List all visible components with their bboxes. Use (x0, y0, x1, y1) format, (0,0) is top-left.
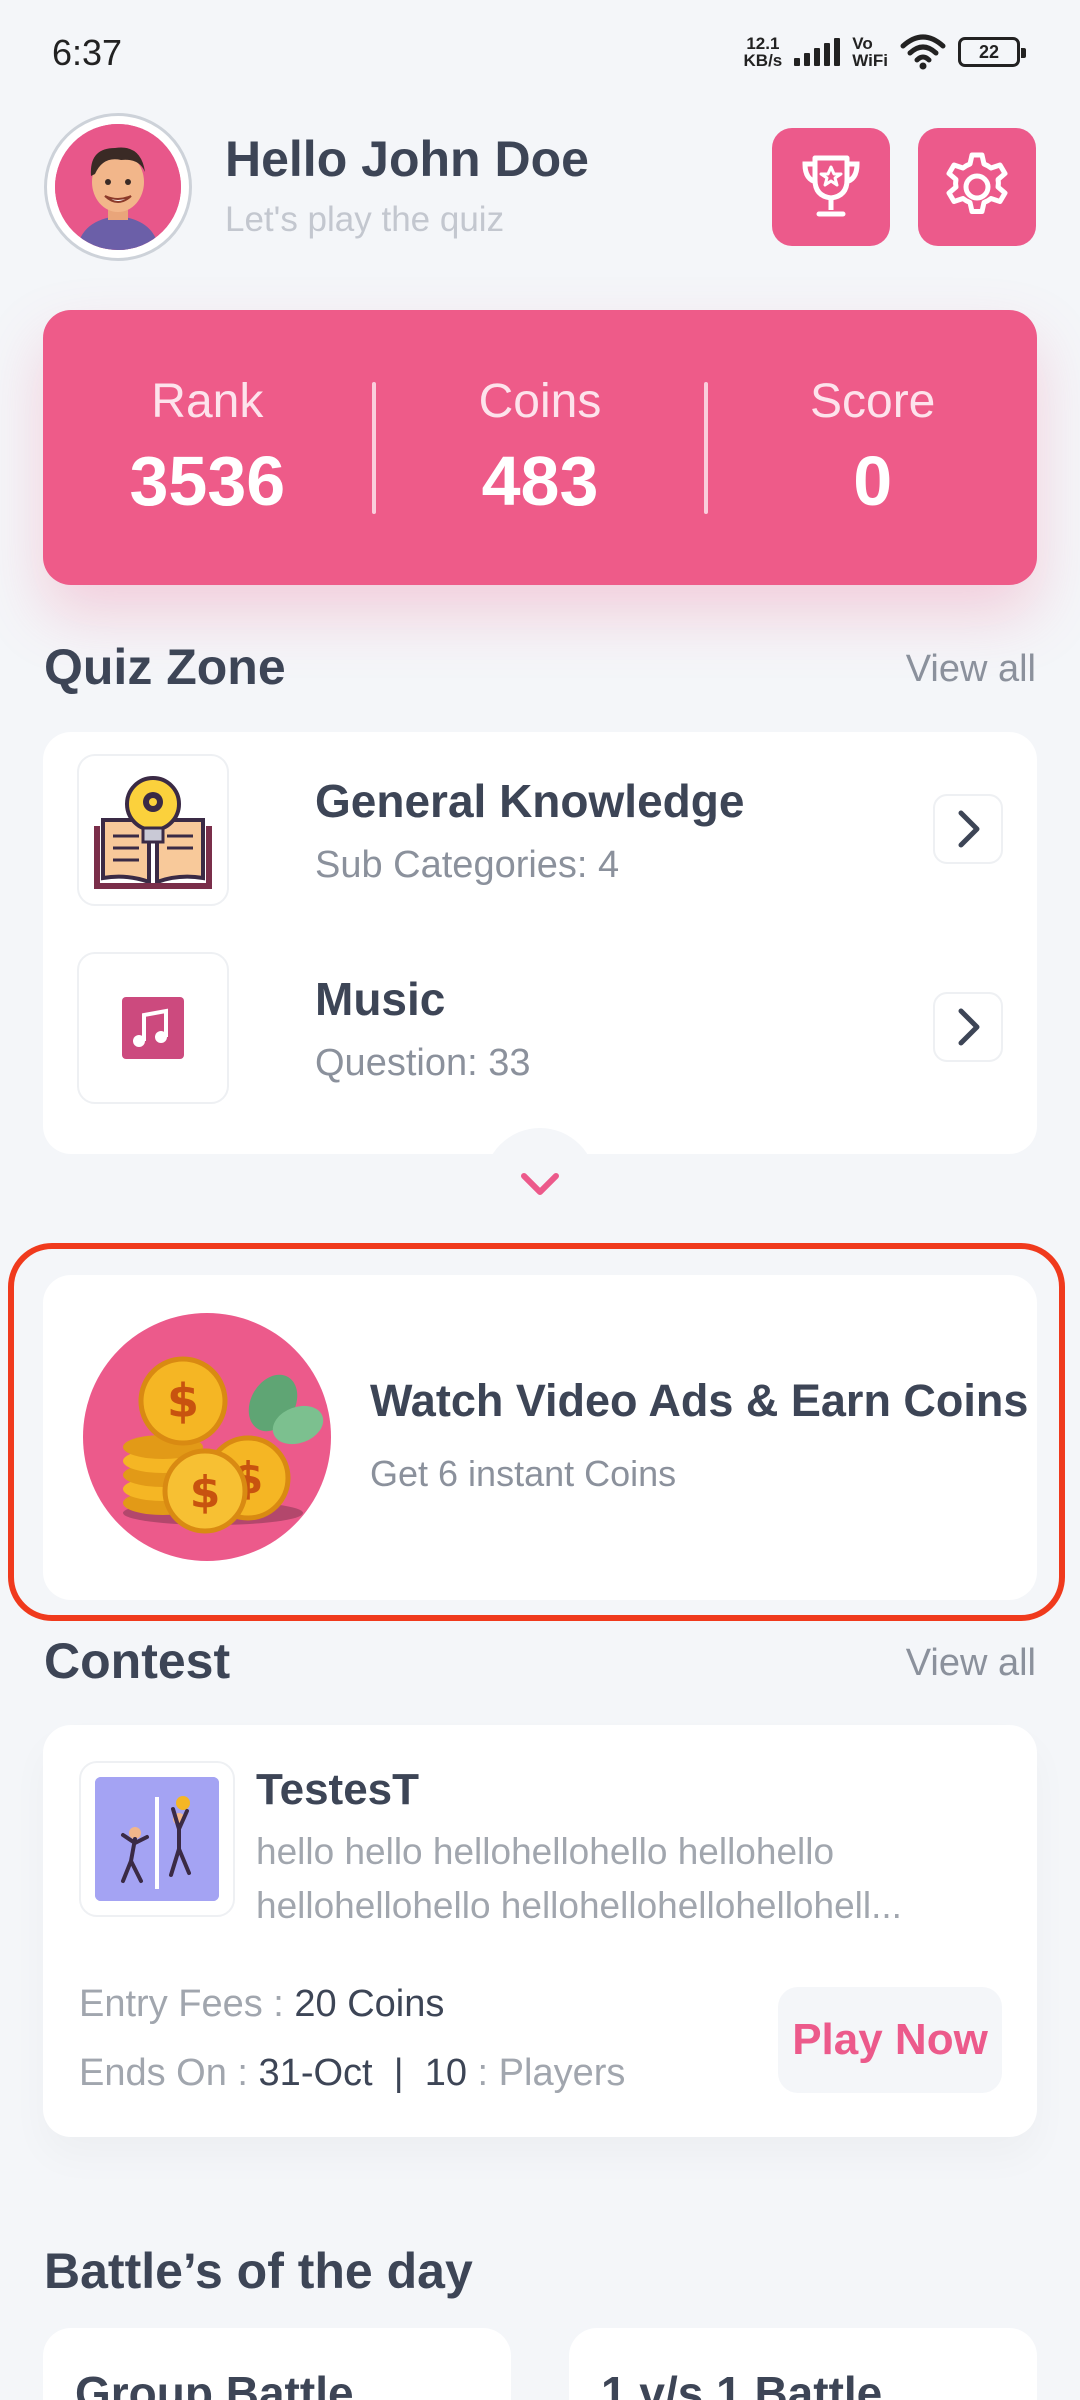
contest-card[interactable]: TestesT hello hello hellohellohello hell… (43, 1725, 1037, 2137)
greeting-subtitle: Let's play the quiz (225, 200, 505, 239)
quiz-category-sub: Question: 33 (315, 1042, 531, 1084)
contest-description: hello hello hellohellohello hellohello (256, 1831, 835, 1872)
leaderboard-button[interactable] (772, 128, 890, 246)
players-value: 10 (424, 2052, 467, 2094)
wifi-icon (900, 34, 946, 70)
trophy-icon (802, 155, 860, 217)
battle-name: 1 v/s 1 Battle (601, 2367, 883, 2400)
quiz-category-sub: Sub Categories: 4 (315, 844, 620, 886)
signal-icon (794, 38, 841, 66)
contest-name: TestesT (256, 1765, 420, 1814)
battery-icon: 22 (958, 37, 1026, 67)
net-speed: 12.1 KB/s (744, 35, 783, 69)
avatar-image (55, 124, 181, 250)
quiz-category-name: Music (315, 973, 446, 1025)
book-lightbulb-icon (77, 754, 229, 906)
stat-label: Coins (478, 375, 602, 428)
stat-rank: Rank 3536 (43, 374, 372, 521)
contest-description: hellohellohello hellohellohellohellohell… (256, 1885, 902, 1926)
net-speed-unit: KB/s (743, 51, 783, 70)
settings-button[interactable] (918, 128, 1036, 246)
stat-score: Score 0 (708, 374, 1037, 521)
contest-ends-on: Ends On : 31-Oct | 10 : Players (79, 2052, 625, 2095)
stat-value: 0 (853, 442, 893, 520)
vowifi-label: Vo WiFi (852, 35, 888, 69)
ends-on-value: 31-Oct (258, 2052, 373, 2094)
entry-fees-label: Entry Fees : (79, 1983, 295, 2025)
contest-view-all[interactable]: View all (906, 1642, 1036, 1685)
quiz-zone-title: Quiz Zone (44, 639, 286, 695)
play-now-button[interactable]: Play Now (778, 1987, 1002, 2093)
stat-label: Score (809, 375, 936, 428)
status-icons: 12.1 KB/s Vo WiFi 22 (744, 34, 1026, 70)
greeting-title: Hello John Doe (225, 131, 589, 187)
vo-label: Vo (852, 34, 873, 53)
battery-level: 22 (978, 41, 1000, 62)
stat-value: 3536 (129, 442, 286, 520)
chevron-right-icon[interactable] (933, 794, 1003, 864)
quiz-category-name: General Knowledge (315, 775, 745, 827)
net-speed-value: 12.1 (746, 34, 780, 53)
entry-fees-value: 20 Coins (294, 1983, 445, 2025)
chevron-down-icon (521, 1173, 559, 1195)
quiz-zone-card: General Knowledge Sub Categories: 4 Musi… (43, 732, 1037, 1154)
quiz-category-music[interactable]: Music Question: 33 (77, 952, 1003, 1104)
quiz-zone-view-all[interactable]: View all (906, 648, 1036, 691)
contest-title: Contest (44, 1633, 231, 1689)
chevron-right-icon[interactable] (933, 992, 1003, 1062)
battle-name: Group Battle (75, 2367, 354, 2400)
status-bar: 6:37 12.1 KB/s Vo WiFi 22 (0, 0, 1080, 100)
quiz-category-general-knowledge[interactable]: General Knowledge Sub Categories: 4 (77, 754, 1003, 906)
meta-separator: | (393, 2052, 404, 2094)
music-note-icon (77, 952, 229, 1104)
wifi-label: WiFi (852, 51, 888, 70)
avatar[interactable] (44, 113, 192, 261)
expand-button[interactable] (484, 1128, 596, 1240)
volleyball-players-icon (95, 1777, 219, 1901)
players-label: : Players (467, 2052, 626, 2094)
stat-coins: Coins 483 (376, 374, 705, 521)
contest-thumbnail (79, 1761, 235, 1917)
highlight-box (8, 1243, 1065, 1621)
stat-label: Rank (151, 375, 264, 428)
battles-title: Battle’s of the day (44, 2243, 473, 2299)
stat-value: 483 (481, 442, 599, 520)
status-time: 6:37 (52, 32, 123, 73)
one-vs-one-battle-card[interactable]: 1 v/s 1 Battle (569, 2328, 1037, 2400)
stats-card: Rank 3536 Coins 483 Score 0 (43, 310, 1037, 585)
contest-entry-fees: Entry Fees : 20 Coins (79, 1983, 444, 2026)
ends-on-label: Ends On : (79, 2052, 259, 2094)
gear-icon (946, 152, 1008, 214)
group-battle-card[interactable]: Group Battle (43, 2328, 511, 2400)
